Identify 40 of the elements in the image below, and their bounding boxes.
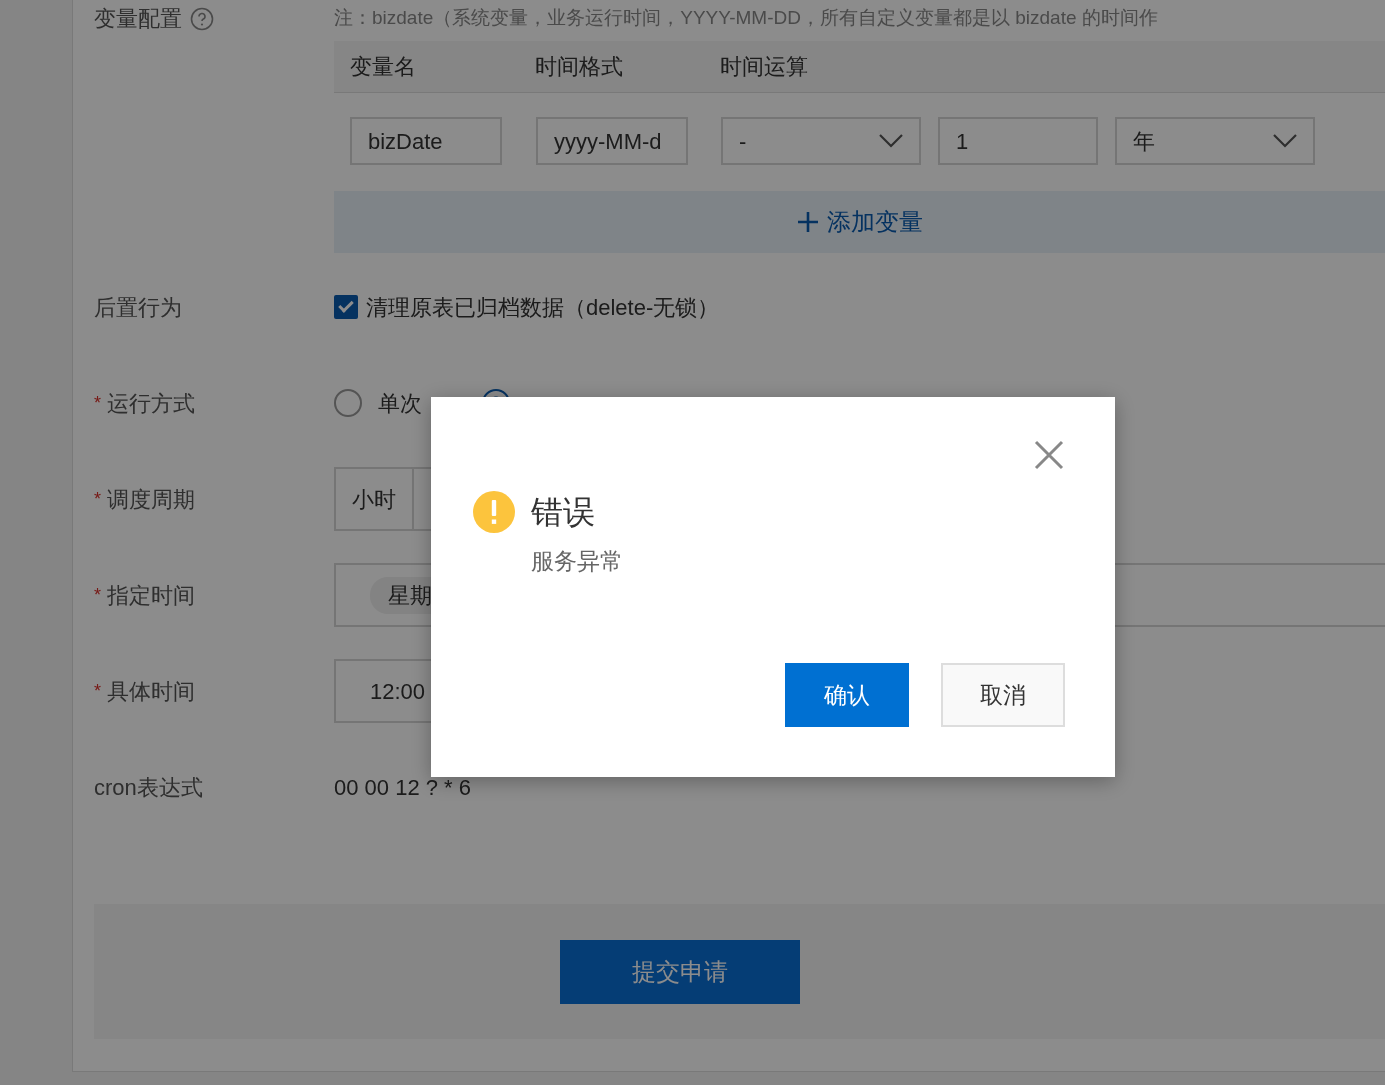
add-variable-button[interactable]: 添加变量 <box>334 191 1385 253</box>
radio-button[interactable] <box>334 389 362 417</box>
required-mark: * <box>94 583 101 607</box>
chevron-down-icon <box>1273 134 1297 148</box>
field-label: 指定时间 <box>107 581 195 610</box>
field-label: 运行方式 <box>107 389 195 418</box>
checkbox[interactable] <box>334 295 358 319</box>
input-field[interactable]: yyyy-MM-d <box>536 117 688 165</box>
field-label: 具体时间 <box>107 677 195 706</box>
required-mark: * <box>94 679 101 703</box>
help-icon[interactable] <box>190 7 214 31</box>
select-value: 年 <box>1133 127 1155 156</box>
input-field[interactable]: bizDate <box>350 117 502 165</box>
field-label: 变量配置 <box>94 5 182 33</box>
confirm-button[interactable]: 确认 <box>785 663 909 727</box>
radio-label: 单次 <box>378 389 422 418</box>
input-field[interactable]: 1 <box>938 117 1098 165</box>
cron-value: 00 00 12 ? * 6 <box>334 773 471 802</box>
warning-icon <box>473 491 515 533</box>
select-field[interactable]: 年 <box>1115 117 1315 165</box>
select-value: - <box>739 127 747 156</box>
select-field[interactable]: - <box>721 117 921 165</box>
cancel-button[interactable]: 取消 <box>941 663 1065 727</box>
field-label: cron表达式 <box>94 773 203 802</box>
column-header: 时间运算 <box>720 53 809 81</box>
field-label: 调度周期 <box>107 485 195 514</box>
column-header: 时间格式 <box>535 53 624 81</box>
note-text: 注：bizdate（系统变量，业务运行时间，YYYY-MM-DD，所有自定义变量都是以 bizdate 的时间作 <box>334 7 1158 29</box>
column-header: 变量名 <box>350 53 417 81</box>
dialog-message: 服务异常 <box>531 547 623 576</box>
required-mark: * <box>94 487 101 511</box>
checkbox-label: 清理原表已归档数据（delete-无锁） <box>366 293 720 322</box>
dialog-title: 错误 <box>531 493 596 532</box>
segment-button[interactable]: 小时 <box>334 467 414 531</box>
required-mark: * <box>94 391 101 415</box>
field-label: 后置行为 <box>94 293 182 322</box>
close-icon[interactable] <box>1033 439 1065 471</box>
plus-icon <box>796 211 819 233</box>
chevron-down-icon <box>879 134 903 148</box>
submit-button[interactable]: 提交申请 <box>560 939 800 1004</box>
